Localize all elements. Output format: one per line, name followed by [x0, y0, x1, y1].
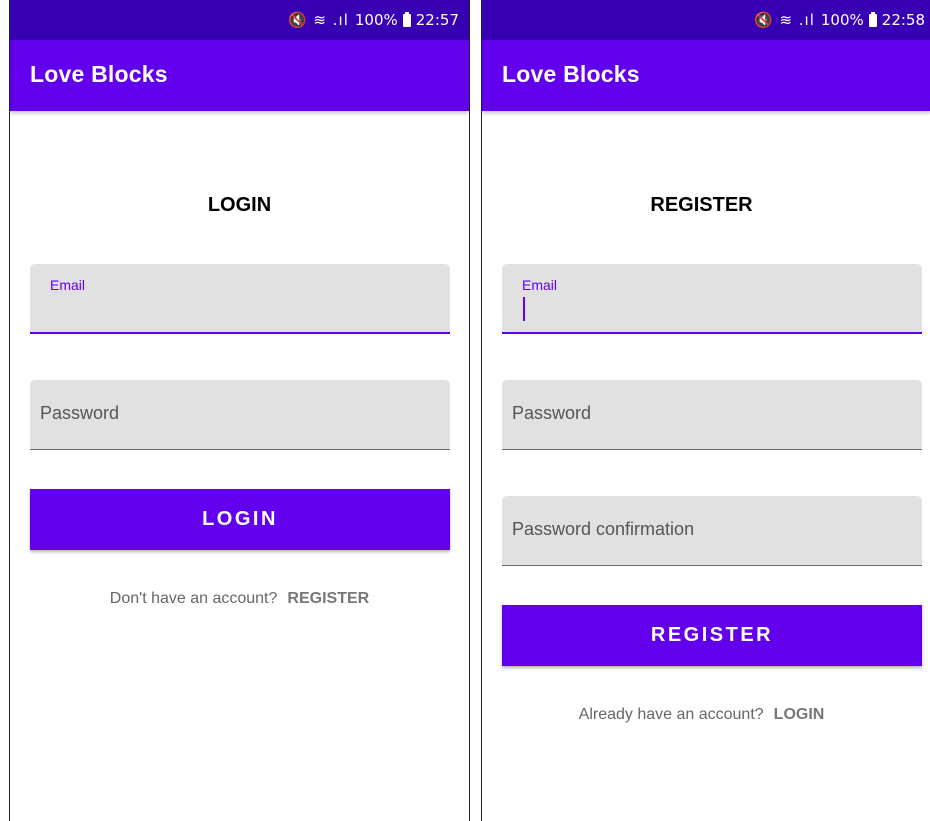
- login-screen: 🔇 ≋ .ıl 100% 22:57 Love Blocks LOGIN Ema…: [9, 0, 470, 821]
- switch-to-register-row: Don't have an account? REGISTER: [10, 590, 469, 608]
- password-confirmation-placeholder: Password confirmation: [512, 519, 695, 539]
- page-title: REGISTER: [650, 194, 753, 216]
- status-time: 22:57: [415, 11, 459, 29]
- password-confirmation-field[interactable]: Password confirmation: [502, 496, 922, 566]
- battery-indicator: 100%: [355, 11, 416, 29]
- page-title: LOGIN: [207, 194, 272, 216]
- status-bar: 🔇 ≋ .ıl 100% 22:57: [10, 0, 469, 40]
- switch-prompt: Already have an account?: [578, 706, 764, 723]
- register-screen: 🔇 ≋ .ıl 100% 22:58 Love Blocks REGISTER …: [481, 0, 930, 821]
- status-bar: 🔇 ≋ .ıl 100% 22:58: [482, 0, 930, 40]
- password-placeholder: Password: [40, 403, 120, 423]
- battery-icon: [868, 11, 877, 27]
- app-title: Love Blocks: [502, 61, 640, 87]
- password-field[interactable]: Password: [30, 380, 450, 450]
- status-time: 22:58: [881, 11, 926, 29]
- email-label: Email: [522, 277, 558, 293]
- register-button[interactable]: REGISTER: [502, 605, 922, 666]
- battery-percent: 100%: [820, 11, 864, 29]
- register-link[interactable]: REGISTER: [287, 590, 369, 607]
- login-link[interactable]: LOGIN: [774, 706, 825, 723]
- status-icons: 🔇 ≋ .ıl: [754, 11, 815, 29]
- app-bar: Love Blocks: [482, 40, 930, 111]
- text-cursor: [523, 297, 525, 321]
- battery-icon: [402, 11, 411, 27]
- status-icons: 🔇 ≋ .ıl: [287, 11, 349, 29]
- app-title: Love Blocks: [30, 61, 168, 87]
- switch-to-login-row: Already have an account? LOGIN: [482, 706, 921, 724]
- password-field[interactable]: Password: [502, 380, 922, 450]
- app-bar: Love Blocks: [10, 40, 469, 111]
- password-placeholder: Password: [512, 403, 592, 423]
- email-field[interactable]: Email: [30, 264, 450, 334]
- email-field[interactable]: Email: [502, 264, 922, 334]
- email-label: Email: [50, 277, 86, 293]
- login-button[interactable]: LOGIN: [30, 489, 450, 550]
- switch-prompt: Don't have an account?: [109, 590, 278, 607]
- battery-percent: 100%: [354, 11, 398, 29]
- battery-indicator: 100%: [821, 11, 882, 29]
